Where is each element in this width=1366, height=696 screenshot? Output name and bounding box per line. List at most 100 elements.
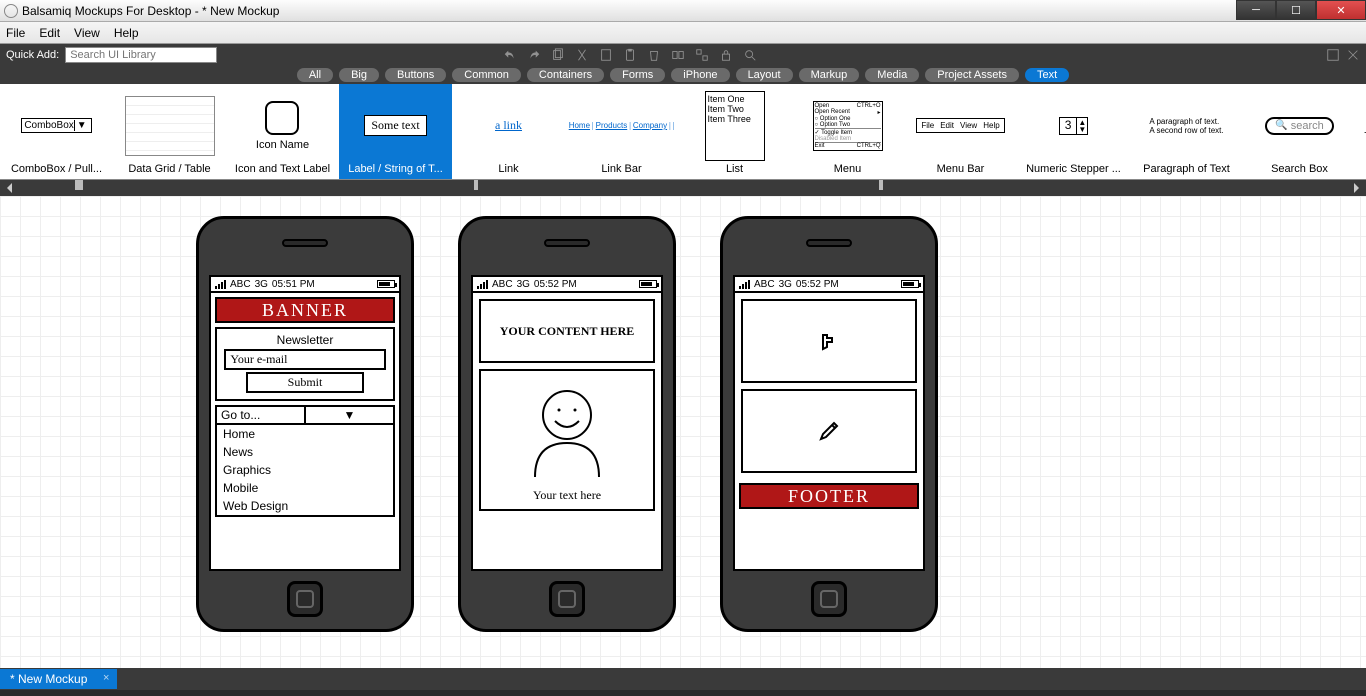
email-field[interactable] [224,349,385,370]
cut-icon[interactable] [575,48,589,62]
lib-icon-label[interactable]: Icon Name Icon and Text Label [226,84,339,179]
maximize-button[interactable]: ☐ [1276,0,1316,20]
cat-iphone[interactable]: iPhone [671,68,729,82]
cat-project-assets[interactable]: Project Assets [925,68,1019,82]
fullscreen-icon[interactable] [1326,48,1340,62]
lib-datagrid[interactable]: Data Grid / Table [113,84,226,179]
close-button[interactable]: ✕ [1316,0,1366,20]
goto-combo[interactable]: Go to...▼ [215,405,395,425]
pencil-icon [817,419,841,443]
cat-layout[interactable]: Layout [736,68,793,82]
menu-edit[interactable]: Edit [39,26,60,40]
cat-media[interactable]: Media [865,68,919,82]
phone-mock-3[interactable]: ABC 3G 05:52 PM FOOTER [720,216,938,632]
battery-icon [901,280,919,288]
list-item[interactable]: Graphics [217,461,393,479]
delete-icon[interactable] [647,48,661,62]
quickadd-input[interactable] [65,47,217,63]
tabbar: * New Mockup × [0,668,1366,690]
list-item[interactable]: News [217,443,393,461]
group-icon[interactable] [671,48,685,62]
cat-forms[interactable]: Forms [610,68,665,82]
social-card [741,299,917,383]
list-item[interactable]: Web Design [217,497,393,515]
close-panel-icon[interactable] [1346,48,1360,62]
lib-combobox[interactable]: ComboBox▼ ComboBox / Pull... [0,84,113,179]
speaker-icon [806,239,852,247]
tab-new-mockup[interactable]: * New Mockup × [0,669,117,689]
lib-list[interactable]: Item OneItem TwoItem Three List [678,84,791,179]
toolbar-icons [503,48,757,62]
lib-link[interactable]: a link Link [452,84,565,179]
newsletter-box: Newsletter Submit [215,327,395,401]
home-button[interactable] [287,581,323,617]
image-box: Your text here [479,369,655,511]
phone-mock-1[interactable]: ABC 3G 05:51 PM BANNER Newsletter Submit… [196,216,414,632]
statusbar: ABC 3G 05:52 PM [473,277,661,293]
statusbar: ABC 3G 05:52 PM [735,277,923,293]
canvas[interactable]: ABC 3G 05:51 PM BANNER Newsletter Submit… [0,196,1366,668]
cat-buttons[interactable]: Buttons [385,68,446,82]
submit-button[interactable]: Submit [246,372,364,393]
cat-big[interactable]: Big [339,68,379,82]
paste-icon[interactable] [599,48,613,62]
lib-searchbox[interactable]: 🔍search Search Box [1243,84,1356,179]
app-icon [4,4,18,18]
footer-box: FOOTER [739,483,919,509]
phone-mock-2[interactable]: ABC 3G 05:52 PM YOUR CONTENT HERE Your t… [458,216,676,632]
ungroup-icon[interactable] [695,48,709,62]
ruler-marker[interactable] [75,180,83,190]
time: 05:52 PM [534,279,577,290]
home-button[interactable] [549,581,585,617]
carrier: ABC [754,279,775,290]
titlebar: Balsamiq Mockups For Desktop - * New Moc… [0,0,1366,22]
lib-linkbar[interactable]: Home | Products | Company | | Link Bar [565,84,678,179]
carrier: ABC [230,279,251,290]
minimize-button[interactable]: ─ [1236,0,1276,20]
phone-screen: ABC 3G 05:51 PM BANNER Newsletter Submit… [209,275,401,571]
lock-icon[interactable] [719,48,733,62]
lib-menubar[interactable]: FileEditViewHelp Menu Bar [904,84,1017,179]
content-placeholder: YOUR CONTENT HERE [479,299,655,363]
signal-icon [739,280,750,289]
category-row: All Big Buttons Common Containers Forms … [0,66,1366,84]
toolstrip: Quick Add: [0,44,1366,66]
lib-subtitle[interactable]: A Su Su [1356,84,1366,179]
person-icon [517,377,617,477]
home-button[interactable] [811,581,847,617]
newsletter-title: Newsletter [221,333,389,347]
time: 05:51 PM [272,279,315,290]
twitter-icon [817,329,841,353]
statusbar: ABC 3G 05:51 PM [211,277,399,293]
copy-icon[interactable] [551,48,565,62]
cat-common[interactable]: Common [452,68,521,82]
menu-help[interactable]: Help [114,26,139,40]
cat-text[interactable]: Text [1025,68,1069,82]
phone-screen: ABC 3G 05:52 PM FOOTER [733,275,925,571]
ruler-marker[interactable] [474,180,478,190]
network: 3G [517,279,530,290]
menu-file[interactable]: File [6,26,25,40]
battery-icon [377,280,395,288]
lib-paragraph[interactable]: A paragraph of text.A second row of text… [1130,84,1243,179]
lib-menu[interactable]: OpenCTRL+O Open Recent▸ ○ Option One ○ O… [791,84,904,179]
menu-view[interactable]: View [74,26,100,40]
lib-stepper[interactable]: 3▲▼ Numeric Stepper ... [1017,84,1130,179]
quickadd-label: Quick Add: [6,49,59,61]
list-item[interactable]: Home [217,425,393,443]
cat-markup[interactable]: Markup [799,68,860,82]
clipboard-icon[interactable] [623,48,637,62]
ruler-marker[interactable] [879,180,883,190]
menubar: File Edit View Help [0,22,1366,44]
ruler[interactable] [0,180,1366,196]
zoom-icon[interactable] [743,48,757,62]
close-tab-icon[interactable]: × [103,672,109,684]
menu-list: Home News Graphics Mobile Web Design [215,425,395,517]
list-item[interactable]: Mobile [217,479,393,497]
lib-label[interactable]: Some text Label / String of T... [339,84,452,179]
redo-icon[interactable] [527,48,541,62]
cat-containers[interactable]: Containers [527,68,604,82]
carrier: ABC [492,279,513,290]
undo-icon[interactable] [503,48,517,62]
cat-all[interactable]: All [297,68,333,82]
